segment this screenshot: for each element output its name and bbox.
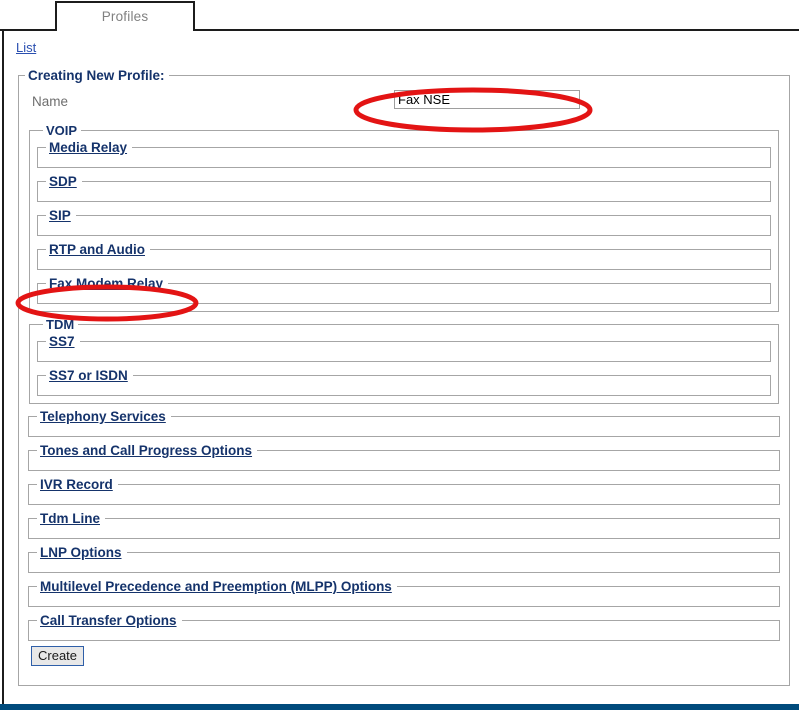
section-fieldset-call-transfer-options: Call Transfer Options <box>28 613 780 641</box>
tab-strip: Profiles <box>0 0 799 31</box>
bottom-bar <box>0 704 799 710</box>
tab-active-mask <box>57 28 193 32</box>
section-legend-lnp-options: LNP Options <box>37 545 127 560</box>
profile-sections: VOIP Media Relay SDP SIP RTP and Audio Fax Mo… <box>28 123 780 641</box>
section-link-ivr-record[interactable]: IVR Record <box>40 477 113 492</box>
section-fieldset-lnp-options: LNP Options <box>28 545 780 573</box>
section-link-telephony-services[interactable]: Telephony Services <box>40 409 166 424</box>
group-legend-voip: VOIP <box>43 123 81 138</box>
name-label: Name <box>32 94 68 109</box>
section-fieldset-media-relay: Media Relay <box>37 140 771 168</box>
section-fieldset-ivr-record: IVR Record <box>28 477 780 505</box>
section-link-rtp-and-audio[interactable]: RTP and Audio <box>49 242 145 257</box>
section-fieldset-sdp: SDP <box>37 174 771 202</box>
tab-profiles[interactable]: Profiles <box>55 1 195 30</box>
section-legend-fax-modem-relay: Fax Modem Relay <box>46 276 168 291</box>
section-fieldset-tones-and-call-progress-options: Tones and Call Progress Options <box>28 443 780 471</box>
creating-new-profile-fieldset: Creating New Profile: Name VOIP Media Rel… <box>18 68 790 686</box>
section-legend-media-relay: Media Relay <box>46 140 132 155</box>
creating-new-profile-legend: Creating New Profile: <box>25 68 169 83</box>
section-fieldset-ss7-or-isdn: SS7 or ISDN <box>37 368 771 396</box>
group-legend-tdm: TDM <box>43 317 78 332</box>
section-link-ss7-or-isdn[interactable]: SS7 or ISDN <box>49 368 128 383</box>
section-fieldset-tdm-line: Tdm Line <box>28 511 780 539</box>
section-legend-tones-and-call-progress-options: Tones and Call Progress Options <box>37 443 257 458</box>
list-link[interactable]: List <box>16 40 36 55</box>
group-fieldset-voip: VOIP Media Relay SDP SIP RTP and Audio Fax Mo… <box>29 123 779 312</box>
section-fieldset-telephony-services: Telephony Services <box>28 409 780 437</box>
form-body: Name VOIP Media Relay SDP SIP RTP and Audio F… <box>19 83 789 674</box>
section-fieldset-multilevel-precedence-and-preemption-mlpp-options: Multilevel Precedence and Preemption (ML… <box>28 579 780 607</box>
breadcrumb: List <box>16 40 36 55</box>
section-link-call-transfer-options[interactable]: Call Transfer Options <box>40 613 177 628</box>
section-fieldset-sip: SIP <box>37 208 771 236</box>
section-link-lnp-options[interactable]: LNP Options <box>40 545 122 560</box>
section-fieldset-fax-modem-relay: Fax Modem Relay <box>37 276 771 304</box>
section-link-ss7[interactable]: SS7 <box>49 334 75 349</box>
section-link-tdm-line[interactable]: Tdm Line <box>40 511 100 526</box>
page-root: Profiles List Creating New Profile: Name… <box>0 0 799 714</box>
section-fieldset-rtp-and-audio: RTP and Audio <box>37 242 771 270</box>
section-legend-multilevel-precedence-and-preemption-mlpp-options: Multilevel Precedence and Preemption (ML… <box>37 579 397 594</box>
tab-profiles-label: Profiles <box>102 9 149 24</box>
section-link-multilevel-precedence-and-preemption-mlpp-options[interactable]: Multilevel Precedence and Preemption (ML… <box>40 579 392 594</box>
section-legend-sdp: SDP <box>46 174 82 189</box>
section-legend-telephony-services: Telephony Services <box>37 409 171 424</box>
section-legend-rtp-and-audio: RTP and Audio <box>46 242 150 257</box>
group-fieldset-tdm: TDM SS7 SS7 or ISDN <box>29 317 779 404</box>
section-link-fax-modem-relay[interactable]: Fax Modem Relay <box>49 276 163 291</box>
section-legend-sip: SIP <box>46 208 76 223</box>
section-legend-tdm-line: Tdm Line <box>37 511 105 526</box>
name-row: Name <box>28 89 780 119</box>
section-legend-call-transfer-options: Call Transfer Options <box>37 613 182 628</box>
section-legend-ivr-record: IVR Record <box>37 477 118 492</box>
section-fieldset-ss7: SS7 <box>37 334 771 362</box>
section-link-tones-and-call-progress-options[interactable]: Tones and Call Progress Options <box>40 443 252 458</box>
create-row: Create <box>31 646 780 666</box>
create-button[interactable]: Create <box>31 646 84 666</box>
section-legend-ss7: SS7 <box>46 334 80 349</box>
name-input[interactable] <box>394 90 580 109</box>
section-link-sdp[interactable]: SDP <box>49 174 77 189</box>
section-link-media-relay[interactable]: Media Relay <box>49 140 127 155</box>
section-legend-ss7-or-isdn: SS7 or ISDN <box>46 368 133 383</box>
section-link-sip[interactable]: SIP <box>49 208 71 223</box>
